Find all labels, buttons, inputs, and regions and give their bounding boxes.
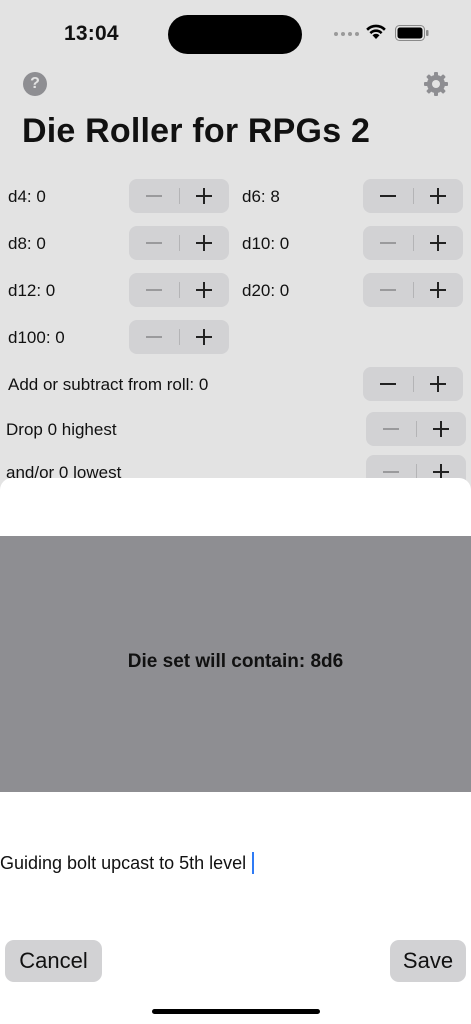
die-set-preview: Die set will contain: 8d6 bbox=[0, 536, 471, 792]
d12-label: d12: 0 bbox=[8, 281, 56, 300]
d10-stepper bbox=[363, 226, 463, 260]
save-die-set-sheet: Die set will contain: 8d6 Cancel Save bbox=[0, 478, 471, 1024]
d10-label: d10: 0 bbox=[242, 234, 290, 253]
d6-label: d6: 8 bbox=[242, 187, 280, 206]
home-indicator bbox=[152, 1009, 320, 1014]
modifier-stepper bbox=[363, 367, 463, 401]
page-title: Die Roller for RPGs 2 bbox=[22, 112, 371, 150]
d100-label: d100: 0 bbox=[8, 328, 65, 347]
drop-highest-plus-icon[interactable] bbox=[416, 412, 466, 446]
help-icon[interactable]: ? bbox=[23, 72, 47, 96]
cancel-button[interactable]: Cancel bbox=[5, 940, 102, 982]
d12-stepper bbox=[129, 273, 229, 307]
d100-stepper bbox=[129, 320, 229, 354]
d100-plus-icon[interactable] bbox=[179, 320, 229, 354]
d4-plus-icon[interactable] bbox=[179, 179, 229, 213]
wifi-icon bbox=[366, 24, 386, 39]
d10-minus-icon[interactable] bbox=[363, 226, 413, 260]
d12-minus-icon[interactable] bbox=[129, 273, 179, 307]
die-set-name-input[interactable] bbox=[0, 849, 471, 877]
d4-minus-icon[interactable] bbox=[129, 179, 179, 213]
d6-plus-icon[interactable] bbox=[413, 179, 463, 213]
d20-stepper bbox=[363, 273, 463, 307]
save-button[interactable]: Save bbox=[390, 940, 466, 982]
modifier-label: Add or subtract from roll: 0 bbox=[8, 375, 209, 394]
status-bar: 13:04 bbox=[0, 0, 471, 70]
d6-minus-icon[interactable] bbox=[363, 179, 413, 213]
die-set-summary: Die set will contain: 8d6 bbox=[127, 651, 344, 672]
d8-label: d8: 0 bbox=[8, 234, 46, 253]
d20-plus-icon[interactable] bbox=[413, 273, 463, 307]
drop-highest-label: Drop 0 highest bbox=[6, 420, 117, 439]
d4-label: d4: 0 bbox=[8, 187, 46, 206]
d20-label: d20: 0 bbox=[242, 281, 290, 300]
d4-stepper bbox=[129, 179, 229, 213]
drop-highest-minus-icon[interactable] bbox=[366, 412, 416, 446]
gear-icon[interactable] bbox=[422, 70, 450, 98]
modifier-minus-icon[interactable] bbox=[363, 367, 413, 401]
status-time: 13:04 bbox=[64, 22, 119, 45]
d8-minus-icon[interactable] bbox=[129, 226, 179, 260]
d10-plus-icon[interactable] bbox=[413, 226, 463, 260]
d100-minus-icon[interactable] bbox=[129, 320, 179, 354]
cellular-signal-icon bbox=[334, 32, 359, 36]
drop-highest-stepper bbox=[366, 412, 466, 446]
d12-plus-icon[interactable] bbox=[179, 273, 229, 307]
battery-icon bbox=[395, 25, 429, 41]
modifier-plus-icon[interactable] bbox=[413, 367, 463, 401]
d6-stepper bbox=[363, 179, 463, 213]
d8-stepper bbox=[129, 226, 229, 260]
d20-minus-icon[interactable] bbox=[363, 273, 413, 307]
dynamic-island bbox=[168, 15, 302, 54]
d8-plus-icon[interactable] bbox=[179, 226, 229, 260]
text-cursor bbox=[252, 852, 254, 874]
